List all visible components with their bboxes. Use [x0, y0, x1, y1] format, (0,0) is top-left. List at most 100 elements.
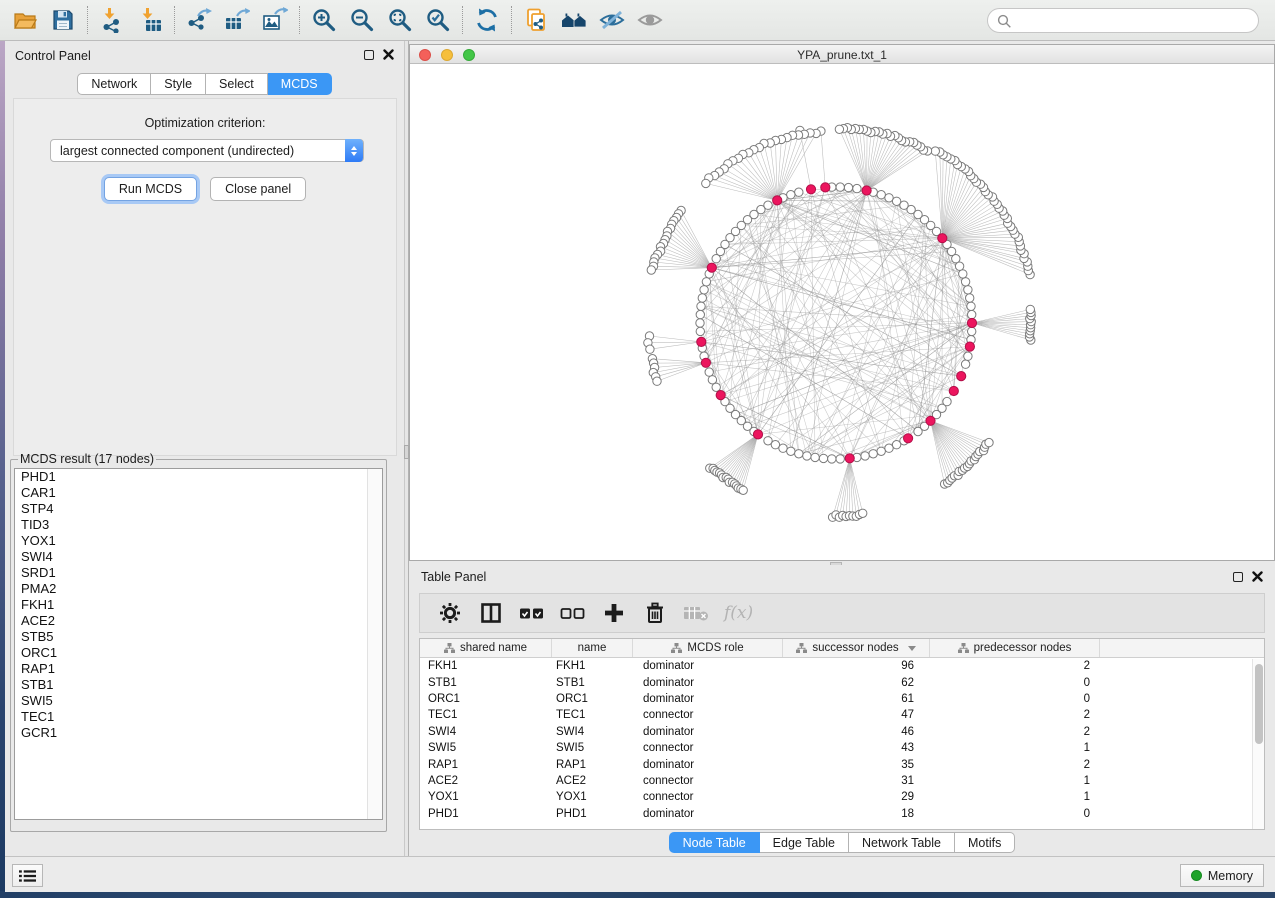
table-cell[interactable]: PHD1 [420, 808, 552, 820]
mcds-result-item[interactable]: SRD1 [15, 565, 382, 581]
zoom-fit-button[interactable] [381, 3, 419, 37]
export-network-button[interactable] [180, 3, 218, 37]
mcds-result-item[interactable]: ACE2 [15, 613, 382, 629]
tab-network-table[interactable]: Network Table [849, 832, 955, 853]
mcds-result-item[interactable]: RAP1 [15, 661, 382, 677]
table-cell[interactable]: 2 [930, 726, 1100, 738]
table-cell[interactable]: dominator [633, 808, 783, 820]
table-row[interactable]: ORC1ORC1dominator610 [420, 691, 1264, 707]
mcds-result-item[interactable]: GCR1 [15, 725, 382, 741]
mcds-result-item[interactable]: SWI4 [15, 549, 382, 565]
table-cell[interactable]: 35 [783, 759, 930, 771]
mcds-result-item[interactable]: YOX1 [15, 533, 382, 549]
table-settings-button[interactable] [437, 600, 463, 626]
select-all-button[interactable] [519, 600, 545, 626]
table-cell[interactable]: ACE2 [420, 775, 552, 787]
table-cell[interactable]: 2 [930, 759, 1100, 771]
float-panel-icon[interactable] [364, 50, 374, 60]
table-cell[interactable]: 0 [930, 693, 1100, 705]
table-row[interactable]: STB1STB1dominator620 [420, 674, 1264, 690]
mcds-result-list[interactable]: PHD1CAR1STP4TID3YOX1SWI4SRD1PMA2FKH1ACE2… [14, 468, 383, 820]
table-cell[interactable]: 1 [930, 775, 1100, 787]
table-cell[interactable]: 61 [783, 693, 930, 705]
table-cell[interactable]: 47 [783, 709, 930, 721]
table-cell[interactable]: FKH1 [420, 660, 552, 672]
table-cell[interactable]: YOX1 [420, 791, 552, 803]
table-row[interactable]: RAP1RAP1dominator352 [420, 756, 1264, 772]
table-cell[interactable]: 31 [783, 775, 930, 787]
show-column-button[interactable] [478, 600, 504, 626]
unselect-all-button[interactable] [560, 600, 586, 626]
mcds-result-item[interactable]: ORC1 [15, 645, 382, 661]
column-header-predecessor-nodes[interactable]: predecessor nodes [930, 639, 1100, 657]
table-cell[interactable]: SWI5 [420, 742, 552, 754]
table-cell[interactable]: TEC1 [420, 709, 552, 721]
table-row[interactable]: YOX1YOX1connector291 [420, 789, 1264, 805]
refresh-button[interactable] [468, 3, 506, 37]
mcds-result-item[interactable]: PMA2 [15, 581, 382, 597]
hide-selected-button[interactable] [593, 3, 631, 37]
table-cell[interactable]: dominator [633, 660, 783, 672]
zoom-in-button[interactable] [305, 3, 343, 37]
table-cell[interactable]: dominator [633, 726, 783, 738]
table-cell[interactable]: RAP1 [420, 759, 552, 771]
table-scrollbar[interactable] [1252, 659, 1264, 829]
table-cell[interactable]: connector [633, 709, 783, 721]
first-neighbors-button[interactable] [555, 3, 593, 37]
column-header-shared-name[interactable]: shared name [420, 639, 552, 657]
tab-edge-table[interactable]: Edge Table [760, 832, 849, 853]
table-cell[interactable]: 18 [783, 808, 930, 820]
table-cell[interactable]: STB1 [420, 677, 552, 689]
scrollbar-thumb[interactable] [1255, 664, 1263, 744]
export-image-button[interactable] [256, 3, 294, 37]
delete-column-button[interactable] [642, 600, 668, 626]
mcds-result-item[interactable]: STB5 [15, 629, 382, 645]
table-cell[interactable]: SWI4 [552, 726, 633, 738]
show-all-button[interactable] [631, 3, 669, 37]
table-cell[interactable]: FKH1 [552, 660, 633, 672]
tab-mcds[interactable]: MCDS [268, 73, 332, 95]
close-panel-button[interactable]: Close panel [210, 177, 306, 201]
table-cell[interactable]: dominator [633, 677, 783, 689]
table-cell[interactable]: ORC1 [420, 693, 552, 705]
table-row[interactable]: ACE2ACE2connector311 [420, 773, 1264, 789]
mcds-result-item[interactable]: TID3 [15, 517, 382, 533]
import-table-button[interactable] [131, 3, 169, 37]
table-cell[interactable]: 96 [783, 660, 930, 672]
tab-node-table[interactable]: Node Table [669, 832, 760, 853]
mcds-result-item[interactable]: CAR1 [15, 485, 382, 501]
table-row[interactable]: PHD1PHD1dominator180 [420, 806, 1264, 822]
table-cell[interactable]: TEC1 [552, 709, 633, 721]
table-cell[interactable]: 43 [783, 742, 930, 754]
table-cell[interactable]: ORC1 [552, 693, 633, 705]
tab-style[interactable]: Style [151, 73, 206, 95]
save-session-button[interactable] [44, 3, 82, 37]
table-cell[interactable]: SWI5 [552, 742, 633, 754]
close-panel-icon[interactable] [383, 49, 394, 60]
table-cell[interactable]: 0 [930, 808, 1100, 820]
mcds-result-item[interactable]: SWI5 [15, 693, 382, 709]
float-table-panel-icon[interactable] [1233, 572, 1243, 582]
table-cell[interactable]: dominator [633, 759, 783, 771]
task-history-button[interactable] [12, 864, 43, 887]
table-cell[interactable]: 62 [783, 677, 930, 689]
table-row[interactable]: SWI4SWI4dominator462 [420, 724, 1264, 740]
table-cell[interactable]: 1 [930, 742, 1100, 754]
table-cell[interactable]: 1 [930, 791, 1100, 803]
criterion-select[interactable]: largest connected component (undirected) [50, 139, 364, 162]
export-table-button[interactable] [218, 3, 256, 37]
table-cell[interactable]: connector [633, 775, 783, 787]
table-cell[interactable]: YOX1 [552, 791, 633, 803]
function-builder-button[interactable]: f(x) [724, 600, 753, 626]
column-header-successor-nodes[interactable]: successor nodes [783, 639, 930, 657]
column-header-name[interactable]: name [552, 639, 633, 657]
table-row[interactable]: FKH1FKH1dominator962 [420, 658, 1264, 674]
table-row[interactable]: TEC1TEC1connector472 [420, 707, 1264, 723]
search-input[interactable] [1018, 10, 1250, 31]
table-cell[interactable]: 29 [783, 791, 930, 803]
delete-table-button[interactable] [683, 600, 709, 626]
table-cell[interactable]: PHD1 [552, 808, 633, 820]
create-column-button[interactable] [601, 600, 627, 626]
zoom-selected-button[interactable] [419, 3, 457, 37]
network-canvas[interactable] [410, 64, 1274, 560]
